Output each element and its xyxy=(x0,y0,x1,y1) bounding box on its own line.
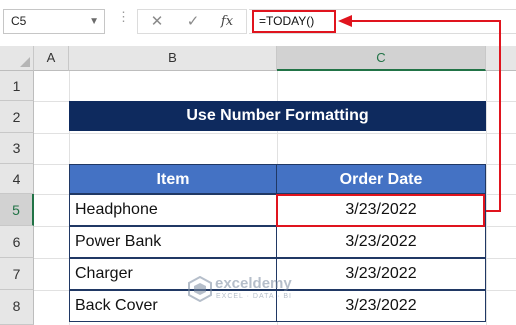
watermark-tagline: EXCEL · DATA · BI xyxy=(216,293,292,300)
watermark-name: exceldemy xyxy=(215,275,292,292)
exceldemy-logo-icon xyxy=(188,276,212,302)
